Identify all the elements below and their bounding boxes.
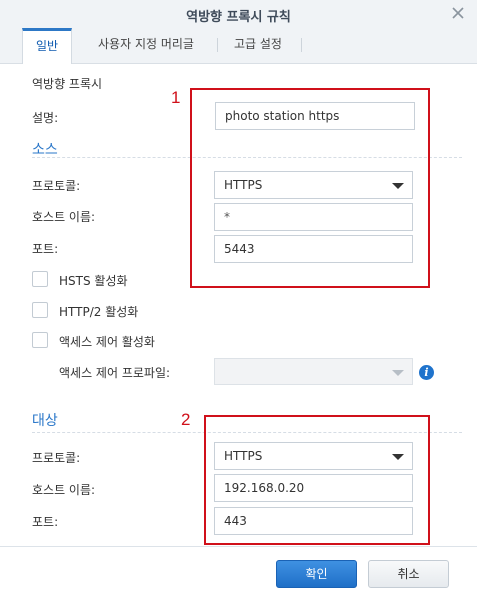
- destination-port-label: 포트:: [32, 515, 59, 529]
- annotation-box-1: [190, 88, 430, 288]
- tab-custom-header[interactable]: 사용자 지정 머리글: [84, 28, 208, 63]
- dialog-footer: 확인 취소: [0, 546, 477, 592]
- reverse-proxy-rule-dialog: 역방향 프록시 규칙 일반 사용자 지정 머리글 고급 설정 역방향 프록시 설…: [0, 0, 477, 592]
- close-icon[interactable]: [449, 4, 467, 22]
- tab-advanced[interactable]: 고급 설정: [222, 28, 294, 63]
- hsts-label: HSTS 활성화: [59, 274, 128, 288]
- annotation-number-1: 1: [171, 88, 181, 107]
- destination-section-title: 대상: [32, 413, 58, 429]
- ok-button[interactable]: 확인: [276, 560, 357, 588]
- chevron-down-icon: [392, 370, 404, 376]
- http2-checkbox[interactable]: [32, 302, 48, 318]
- source-port-label: 포트:: [32, 242, 59, 256]
- annotation-number-2: 2: [181, 410, 191, 429]
- dialog-title: 역방향 프록시 규칙: [186, 10, 291, 25]
- description-label: 설명:: [32, 111, 59, 125]
- destination-protocol-label: 프로토콜:: [32, 451, 81, 465]
- tab-general[interactable]: 일반: [22, 28, 72, 64]
- source-section-title: 소스: [32, 142, 58, 158]
- source-protocol-label: 프로토콜:: [32, 179, 81, 193]
- access-profile-label: 액세스 제어 프로파일:: [59, 366, 171, 380]
- tab-separator: [217, 38, 218, 52]
- title-bar: 역방향 프록시 규칙: [0, 0, 477, 28]
- destination-hostname-label: 호스트 이름:: [32, 483, 96, 497]
- http2-label: HTTP/2 활성화: [59, 305, 139, 319]
- access-control-label: 액세스 제어 활성화: [59, 335, 155, 349]
- tab-bar: 일반 사용자 지정 머리글 고급 설정: [0, 28, 477, 64]
- access-control-checkbox[interactable]: [32, 332, 48, 348]
- source-hostname-label: 호스트 이름:: [32, 210, 96, 224]
- tab-separator: [301, 38, 302, 52]
- cancel-button[interactable]: 취소: [368, 560, 449, 588]
- rule-header-label: 역방향 프록시: [32, 77, 103, 91]
- access-profile-select[interactable]: [214, 358, 413, 385]
- annotation-box-2: [204, 415, 430, 545]
- hsts-checkbox[interactable]: [32, 271, 48, 287]
- info-icon[interactable]: i: [419, 365, 434, 380]
